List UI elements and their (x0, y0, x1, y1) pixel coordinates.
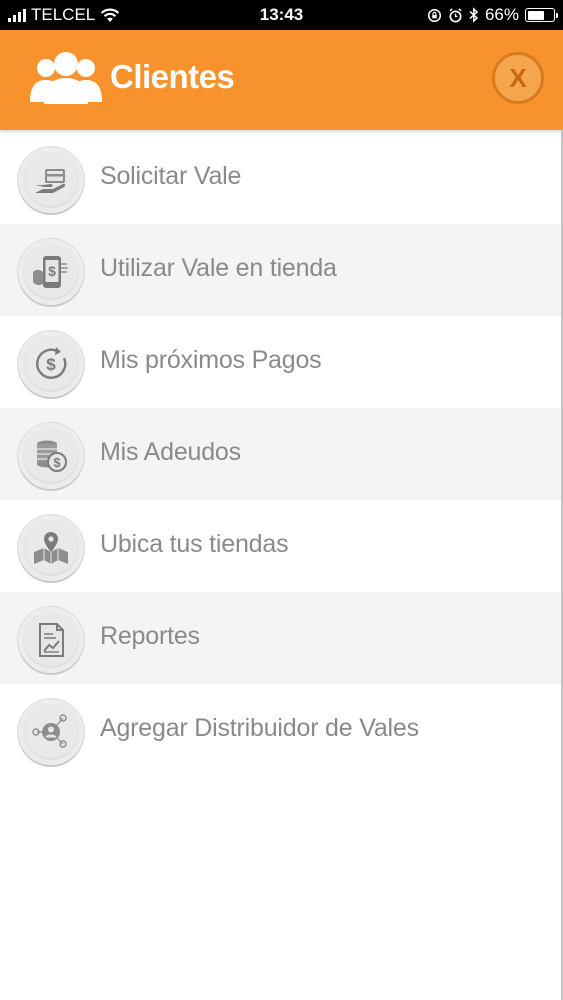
carrier-label: TELCEL (31, 5, 96, 24)
close-button[interactable]: X (492, 52, 544, 104)
network-user-icon (18, 699, 84, 765)
menu-item-reportes[interactable]: Reportes (0, 592, 563, 684)
wifi-icon (101, 8, 120, 22)
signal-icon (8, 8, 26, 22)
battery-icon (525, 8, 558, 22)
status-right: 66% (427, 5, 558, 25)
header: Clientes X (0, 30, 563, 130)
phone-money-icon: $ (18, 239, 84, 305)
battery-percent: 66% (484, 5, 519, 24)
menu-item-label: Solicitar Vale (100, 162, 242, 190)
page-title: Clientes (110, 58, 235, 95)
menu-item-label: Ubica tus tiendas (100, 530, 289, 558)
coins-icon: $ (18, 423, 84, 489)
svg-text:$: $ (46, 355, 56, 374)
status-left: TELCEL (8, 5, 120, 25)
svg-text:$: $ (53, 455, 61, 470)
menu-list: Solicitar Vale $ Utilizar Vale en tienda (0, 132, 563, 776)
report-icon (18, 607, 84, 673)
menu-item-label: Mis Adeudos (100, 438, 241, 466)
menu-item-label: Agregar Distribuidor de Vales (100, 714, 419, 742)
menu-item-mis-adeudos[interactable]: $ Mis Adeudos (0, 408, 563, 500)
menu-item-label: Utilizar Vale en tienda (100, 254, 337, 282)
menu-item-solicitar-vale[interactable]: Solicitar Vale (0, 132, 563, 224)
lock-rotation-icon (427, 8, 442, 22)
svg-text:$: $ (48, 263, 56, 279)
users-icon (30, 52, 102, 104)
menu-item-label: Mis próximos Pagos (100, 346, 322, 374)
menu-item-label: Reportes (100, 622, 200, 650)
close-label: X (509, 62, 527, 93)
hand-card-icon (18, 147, 84, 213)
menu-item-agregar-distribuidor[interactable]: Agregar Distribuidor de Vales (0, 684, 563, 776)
status-bar: TELCEL 13:43 66% (0, 0, 563, 30)
bluetooth-icon (469, 7, 479, 23)
battery-level (527, 10, 544, 20)
alarm-icon (449, 7, 462, 22)
dollar-cycle-icon: $ (18, 331, 84, 397)
menu-item-proximos-pagos[interactable]: $ Mis próximos Pagos (0, 316, 563, 408)
menu-item-utilizar-vale[interactable]: $ Utilizar Vale en tienda (0, 224, 563, 316)
map-pin-icon (18, 515, 84, 581)
menu-item-ubica-tiendas[interactable]: Ubica tus tiendas (0, 500, 563, 592)
